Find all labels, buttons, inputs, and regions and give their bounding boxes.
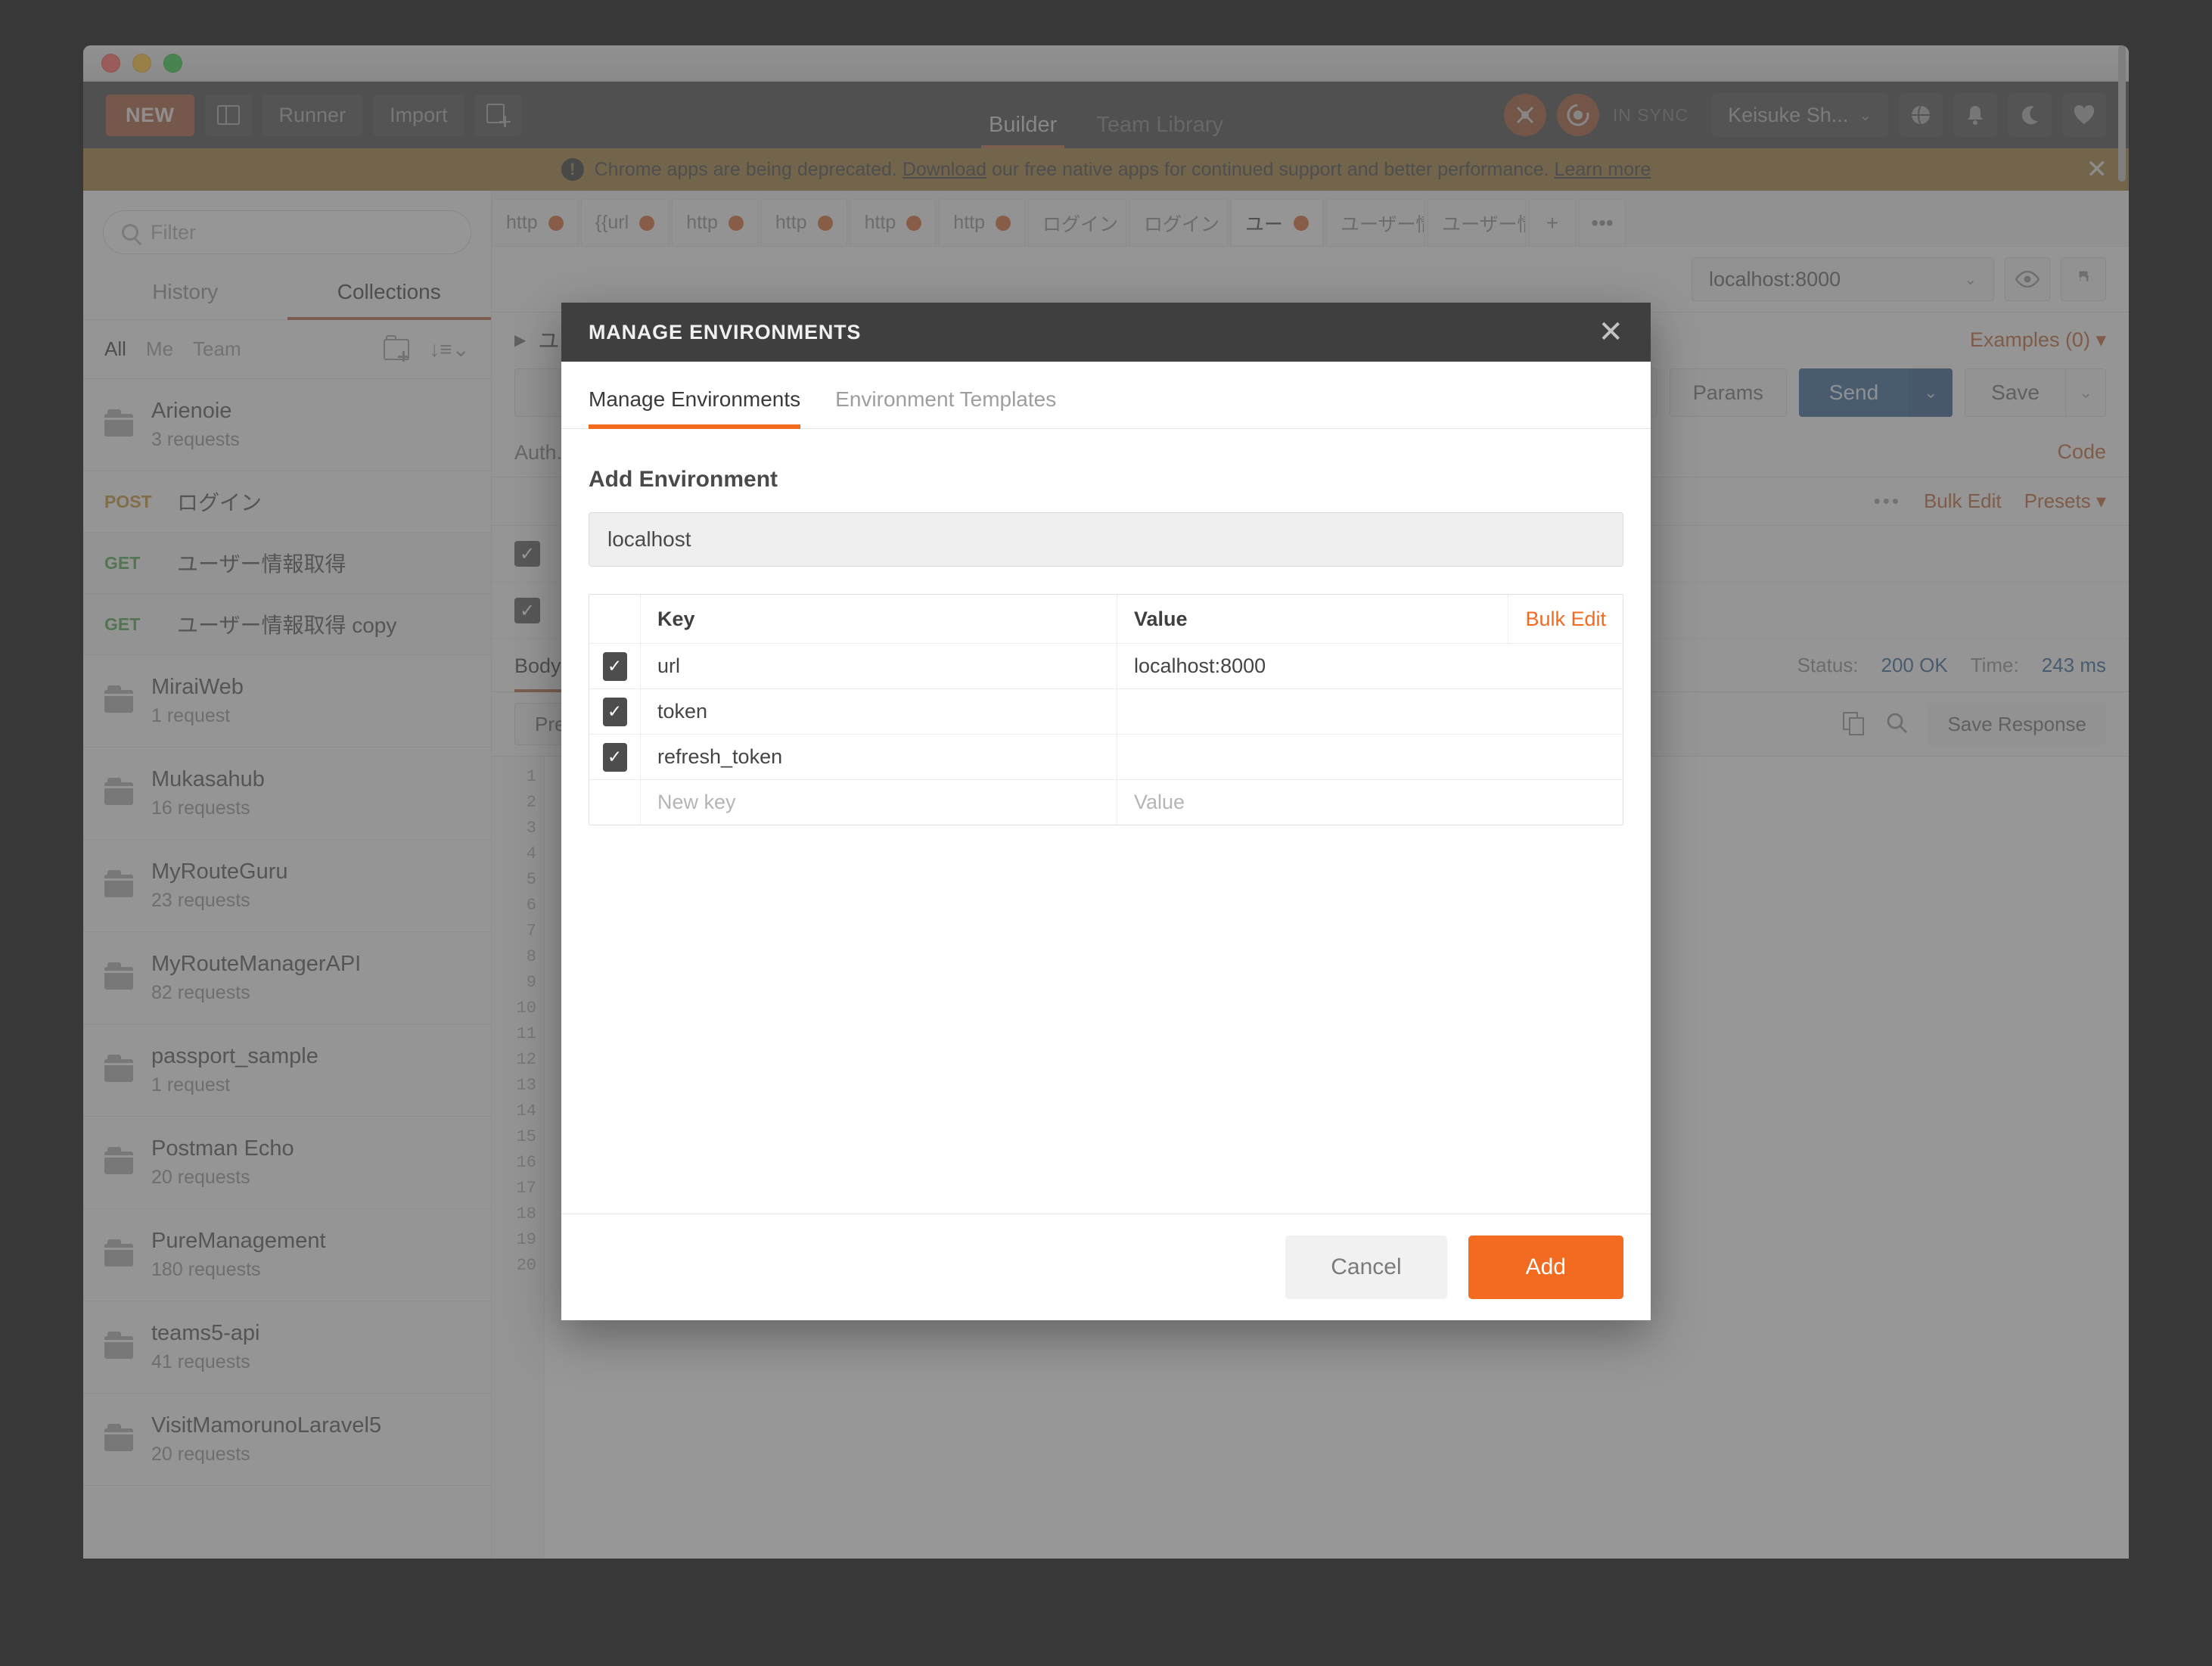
- variable-key[interactable]: token: [641, 689, 1117, 734]
- table-row[interactable]: ✓ refresh_token: [589, 734, 1623, 779]
- table-header-row: Key Value Bulk Edit: [589, 595, 1623, 643]
- variable-key[interactable]: url: [641, 644, 1117, 688]
- modal-header: MANAGE ENVIRONMENTS ✕: [561, 303, 1651, 362]
- variable-value[interactable]: [1117, 689, 1623, 734]
- table-row-new[interactable]: New key Value: [589, 779, 1623, 825]
- variable-value[interactable]: [1117, 735, 1623, 779]
- new-row-checkbox-cell: [589, 780, 641, 825]
- modal-tabs: Manage Environments Environment Template…: [561, 362, 1651, 429]
- header-value: Value: [1134, 607, 1188, 630]
- table-row[interactable]: ✓ token: [589, 688, 1623, 734]
- environment-name-value: localhost: [607, 527, 691, 551]
- screenshot-root: NEW Runner Import Builder Team Library: [0, 0, 2212, 1666]
- variable-value[interactable]: localhost:8000: [1117, 644, 1623, 688]
- tab-environment-templates[interactable]: Environment Templates: [835, 362, 1056, 428]
- new-variable-value-input[interactable]: Value: [1117, 780, 1623, 825]
- bulk-edit-link[interactable]: Bulk Edit: [1508, 595, 1623, 643]
- header-key: Key: [641, 595, 1117, 643]
- environment-name-input[interactable]: localhost: [589, 512, 1623, 567]
- row-checkbox[interactable]: ✓: [602, 742, 627, 772]
- environment-variables-table: Key Value Bulk Edit ✓ url localhost:8000…: [589, 594, 1623, 825]
- add-button[interactable]: Add: [1468, 1236, 1623, 1299]
- cancel-button[interactable]: Cancel: [1285, 1236, 1447, 1299]
- section-title: Add Environment: [589, 467, 778, 492]
- close-icon[interactable]: ✕: [1598, 317, 1623, 347]
- row-checkbox[interactable]: ✓: [602, 651, 627, 681]
- tab-manage-environments[interactable]: Manage Environments: [589, 362, 801, 429]
- header-checkbox-cell: [589, 595, 641, 643]
- table-row[interactable]: ✓ url localhost:8000: [589, 643, 1623, 688]
- modal-title: MANAGE ENVIRONMENTS: [589, 320, 862, 343]
- modal-body: Add Environment localhost Key Value Bulk…: [561, 429, 1651, 1214]
- manage-environments-modal: MANAGE ENVIRONMENTS ✕ Manage Environment…: [561, 303, 1651, 1320]
- variable-key[interactable]: refresh_token: [641, 735, 1117, 779]
- row-checkbox[interactable]: ✓: [602, 697, 627, 726]
- modal-footer: Cancel Add: [561, 1214, 1651, 1320]
- new-variable-key-input[interactable]: New key: [641, 780, 1117, 825]
